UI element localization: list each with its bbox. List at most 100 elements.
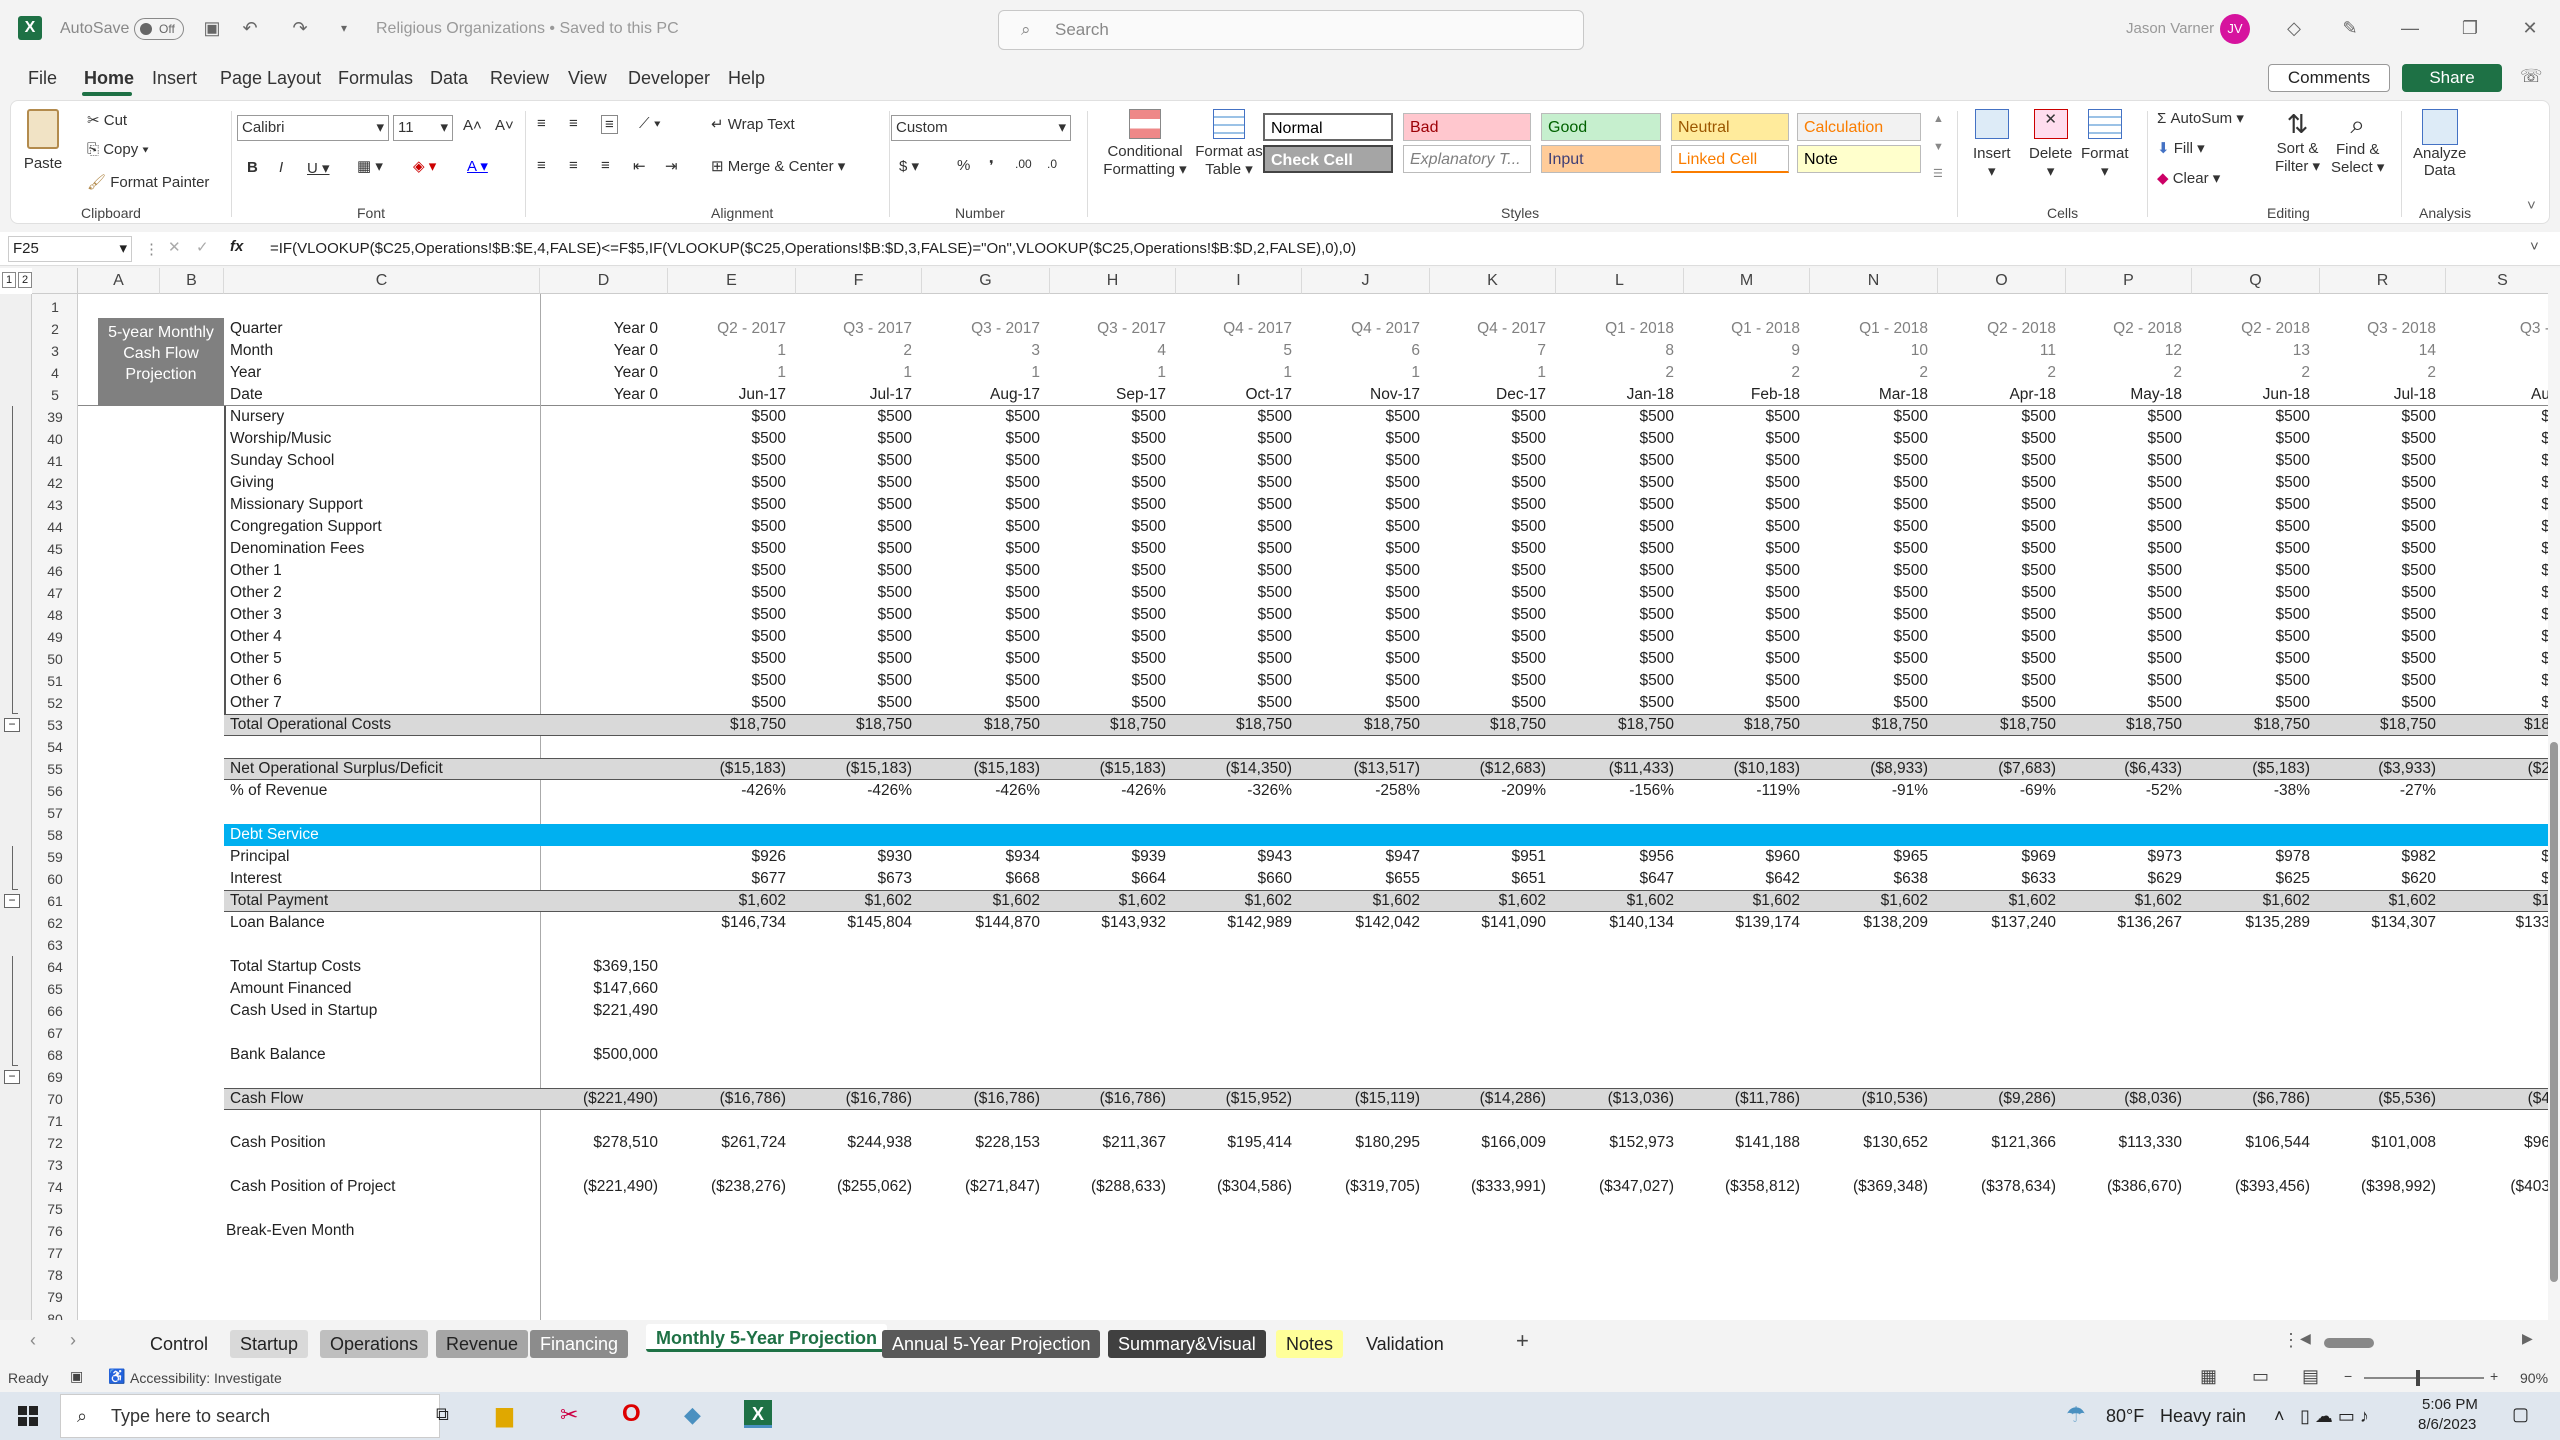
cell-value[interactable]: $500 [1684, 582, 1810, 604]
cell-value[interactable]: $969 [1938, 846, 2066, 868]
tab-scroll-right-icon[interactable]: › [70, 1330, 76, 1351]
cell-value[interactable]: 9 [1684, 340, 1810, 362]
column-header[interactable]: S [2446, 268, 2560, 294]
column-header[interactable]: A [78, 268, 160, 294]
cell-value[interactable]: ($6,433) [2066, 758, 2192, 780]
cell-value[interactable]: 10 [1810, 340, 1938, 362]
row-header[interactable]: 73 [32, 1154, 78, 1176]
tab-monthly-5-year-projection[interactable]: Monthly 5-Year Projection [646, 1324, 888, 1352]
cell-value[interactable]: $500 [1938, 538, 2066, 560]
cell-value[interactable]: $500 [1430, 582, 1556, 604]
cell-value[interactable]: $947 [1302, 846, 1430, 868]
cell-value[interactable]: $500 [1810, 538, 1938, 560]
cell-value[interactable]: $500 [1684, 494, 1810, 516]
cell-value[interactable]: $500 [922, 450, 1050, 472]
cell-value[interactable]: -426% [922, 780, 1050, 802]
cell-value[interactable]: $1,602 [1302, 890, 1430, 912]
qat-dropdown-icon[interactable]: ▾ [330, 14, 358, 42]
cell-value[interactable]: $500 [796, 582, 922, 604]
cell-value[interactable]: $500 [668, 406, 796, 428]
avatar[interactable]: JV [2220, 14, 2250, 44]
cell-value[interactable]: Feb-18 [1684, 384, 1810, 406]
cell-value[interactable]: $1,602 [2320, 890, 2446, 912]
cell-value[interactable]: $500 [1302, 538, 1430, 560]
menu-file[interactable]: File [28, 68, 57, 89]
cell-value[interactable]: ($398,992) [2320, 1176, 2446, 1198]
fill-color-icon[interactable]: ◈ ▾ [413, 157, 436, 175]
row-header[interactable]: 59 [32, 846, 78, 868]
cell-value[interactable]: $651 [1430, 868, 1556, 890]
cell-value[interactable]: $500 [1430, 428, 1556, 450]
row-header[interactable]: 72 [32, 1132, 78, 1154]
cell-value[interactable]: Q1 - 2018 [1810, 318, 1938, 340]
more-icon[interactable]: ⋮ [144, 240, 159, 258]
cell-value[interactable]: Q2 - 2018 [2066, 318, 2192, 340]
format-as-table-button[interactable]: Format as Table ▾ [1189, 109, 1269, 178]
cell-value[interactable]: 2 [796, 340, 922, 362]
cell-value[interactable]: $106,544 [2192, 1132, 2320, 1154]
cell-value[interactable]: Jun-18 [2192, 384, 2320, 406]
tab-revenue[interactable]: Revenue [436, 1330, 529, 1358]
tab-summary-visual[interactable]: Summary&Visual [1108, 1330, 1266, 1358]
cell-value[interactable]: $500 [1684, 626, 1810, 648]
cell-value[interactable]: $18,750 [922, 714, 1050, 736]
row-label[interactable]: Cash Position [230, 1132, 530, 1154]
cell-value[interactable]: $668 [922, 868, 1050, 890]
formula-input[interactable]: =IF(VLOOKUP($C25,Operations!$B:$E,4,FALS… [270, 240, 2520, 257]
cell-value[interactable]: $500 [2320, 538, 2446, 560]
cell-value[interactable]: $500 [1302, 582, 1430, 604]
row-header[interactable]: 60 [32, 868, 78, 890]
cell-value[interactable]: $500 [1050, 626, 1176, 648]
row-header[interactable]: 4 [32, 362, 78, 384]
cell-value[interactable]: $500 [1556, 604, 1684, 626]
outdent-icon[interactable]: ⇤ [633, 157, 646, 175]
fx-icon[interactable]: fx [230, 238, 243, 255]
cell-value[interactable]: Au [2446, 384, 2560, 406]
cell-value[interactable]: $500 [2192, 406, 2320, 428]
cell-value[interactable]: $500 [668, 626, 796, 648]
cell-value[interactable]: $934 [922, 846, 1050, 868]
row-header[interactable]: 53 [32, 714, 78, 736]
row-header[interactable]: 51 [32, 670, 78, 692]
cell-value[interactable]: $500 [1430, 472, 1556, 494]
row-header[interactable]: 75 [32, 1198, 78, 1220]
row-header[interactable]: 67 [32, 1022, 78, 1044]
cell-value[interactable]: $500 [1938, 626, 2066, 648]
cell-value[interactable]: $500 [2192, 692, 2320, 714]
cell-value[interactable]: $500 [796, 670, 922, 692]
cell-value[interactable]: Q2 - 2017 [668, 318, 796, 340]
menu-page-layout[interactable]: Page Layout [220, 68, 321, 89]
cell-value[interactable]: Nov-17 [1302, 384, 1430, 406]
cell-value[interactable]: $141,090 [1430, 912, 1556, 934]
cell-value[interactable]: $500 [1176, 670, 1302, 692]
cell-value[interactable]: ($16,786) [796, 1088, 922, 1110]
styles-scroll-up-icon[interactable]: ▲ [1933, 113, 1944, 125]
cell-value[interactable]: Q4 - 2017 [1430, 318, 1556, 340]
italic-button[interactable]: I [279, 159, 283, 176]
cell-value[interactable]: $500 [1684, 428, 1810, 450]
cell-value[interactable]: ($15,952) [1176, 1088, 1302, 1110]
cell-value[interactable]: $500 [796, 692, 922, 714]
cell-value[interactable]: ($10,183) [1684, 758, 1810, 780]
scroll-thumb[interactable] [2550, 742, 2558, 1282]
cell-value[interactable]: Jan-18 [1556, 384, 1684, 406]
weather-temp[interactable]: 80°F [2106, 1406, 2144, 1427]
cell-value[interactable]: $136,267 [2066, 912, 2192, 934]
pen-icon[interactable]: ✎ [2336, 14, 2364, 42]
row-label[interactable]: Amount Financed [230, 978, 530, 1000]
orientation-icon[interactable]: ⟋ ▾ [639, 115, 661, 132]
cell-value[interactable]: $500 [1556, 538, 1684, 560]
cell-value[interactable]: $500 [2066, 538, 2192, 560]
cell-value[interactable]: $500 [1176, 648, 1302, 670]
cell-value[interactable]: $500 [2192, 494, 2320, 516]
cell-value[interactable]: $ [2446, 516, 2560, 538]
save-icon[interactable]: ▣ [198, 14, 226, 42]
row-label[interactable]: Nursery [230, 406, 530, 428]
menu-review[interactable]: Review [490, 68, 549, 89]
cell-value[interactable]: $18,750 [2066, 714, 2192, 736]
cell-value[interactable] [2446, 362, 2560, 384]
cell-value[interactable]: $18,750 [1684, 714, 1810, 736]
row-header[interactable]: 77 [32, 1242, 78, 1264]
cell-value[interactable]: 11 [1938, 340, 2066, 362]
cell-value[interactable]: $500 [922, 428, 1050, 450]
